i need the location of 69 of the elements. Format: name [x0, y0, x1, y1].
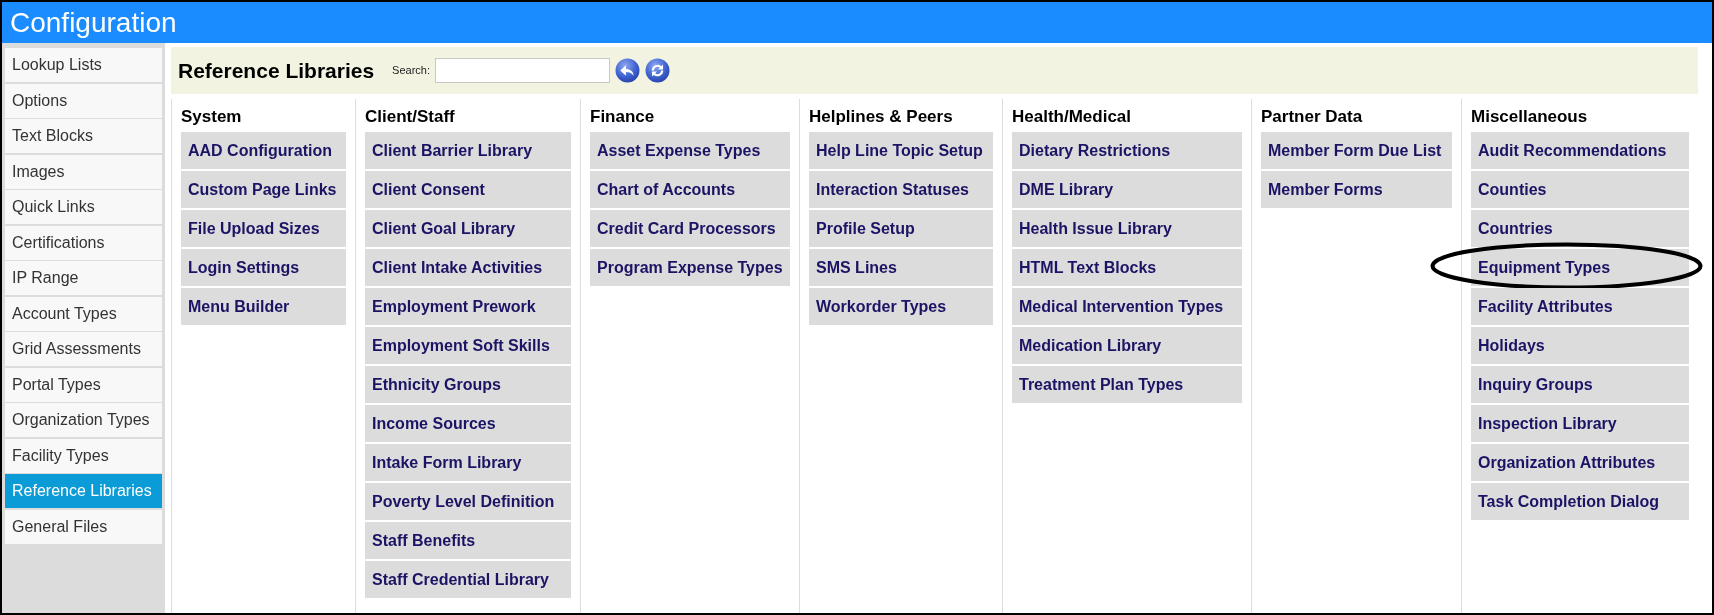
library-button[interactable]: Inspection Library — [1471, 405, 1689, 442]
library-button[interactable]: Medical Intervention Types — [1012, 288, 1242, 325]
library-button[interactable]: Treatment Plan Types — [1012, 366, 1242, 403]
column-heading: System — [181, 106, 243, 128]
library-button[interactable]: Asset Expense Types — [590, 132, 790, 169]
library-button[interactable]: Interaction Statuses — [809, 171, 993, 208]
column-heading: Health/Medical — [1012, 106, 1133, 128]
library-button[interactable]: Client Intake Activities — [365, 249, 571, 286]
sidebar-item[interactable]: Quick Links — [5, 190, 162, 224]
library-button[interactable]: Client Goal Library — [365, 210, 571, 247]
library-button[interactable]: Client Barrier Library — [365, 132, 571, 169]
sidebar-item[interactable]: Images — [5, 154, 162, 189]
library-button[interactable]: AAD Configuration — [181, 132, 346, 169]
library-button[interactable]: DME Library — [1012, 171, 1242, 208]
library-button[interactable]: Staff Benefits — [365, 522, 571, 559]
library-button[interactable]: Intake Form Library — [365, 444, 571, 481]
sidebar-item[interactable]: Lookup Lists — [5, 48, 162, 82]
library-button[interactable]: Workorder Types — [809, 288, 993, 325]
column-heading: Partner Data — [1261, 106, 1364, 128]
refresh-icon[interactable] — [645, 58, 671, 83]
library-button[interactable]: Holidays — [1471, 327, 1689, 364]
library-button[interactable]: Menu Builder — [181, 288, 346, 325]
library-button[interactable]: Help Line Topic Setup — [809, 132, 993, 169]
library-button[interactable]: Program Expense Types — [590, 249, 790, 286]
library-button[interactable]: Ethnicity Groups — [365, 366, 571, 403]
sidebar-item[interactable]: Portal Types — [5, 367, 162, 402]
library-button[interactable]: Audit Recommendations — [1471, 132, 1689, 169]
library-button[interactable]: Organization Attributes — [1471, 444, 1689, 481]
column-heading: Client/Staff — [365, 106, 456, 128]
column-heading: Miscellaneous — [1471, 106, 1589, 128]
sidebar-item[interactable]: Grid Assessments — [5, 332, 162, 366]
library-button[interactable]: Counties — [1471, 171, 1689, 208]
column-heading: Finance — [590, 106, 656, 128]
library-button[interactable]: Health Issue Library — [1012, 210, 1242, 247]
library-button[interactable]: Medication Library — [1012, 327, 1242, 364]
library-button[interactable]: Profile Setup — [809, 210, 993, 247]
library-button[interactable]: Countries — [1471, 210, 1689, 247]
library-button[interactable]: Income Sources — [365, 405, 571, 442]
search-field[interactable] — [435, 58, 611, 83]
library-button[interactable]: Chart of Accounts — [590, 171, 790, 208]
sidebar-item[interactable]: IP Range — [5, 261, 162, 295]
library-button[interactable]: Member Form Due List — [1261, 132, 1452, 169]
sidebar-item[interactable]: Facility Types — [5, 438, 162, 473]
search-label: Search: — [392, 63, 431, 79]
window-title: Configuration — [10, 8, 177, 37]
sidebar-item[interactable]: Options — [5, 83, 162, 118]
column-heading: Helplines & Peers — [809, 106, 954, 128]
library-button[interactable]: Credit Card Processors — [590, 210, 790, 247]
library-button[interactable]: Member Forms — [1261, 171, 1452, 208]
library-button[interactable]: Employment Soft Skills — [365, 327, 571, 364]
library-button[interactable]: Employment Prework — [365, 288, 571, 325]
library-button[interactable]: Task Completion Dialog — [1471, 483, 1689, 520]
page-title: Reference Libraries — [178, 60, 375, 81]
library-button[interactable]: HTML Text Blocks — [1012, 249, 1242, 286]
sidebar-item[interactable]: Text Blocks — [5, 119, 162, 153]
library-button[interactable]: Dietary Restrictions — [1012, 132, 1242, 169]
library-button[interactable]: Poverty Level Definition — [365, 483, 571, 520]
library-button[interactable]: Custom Page Links — [181, 171, 346, 208]
library-button[interactable]: File Upload Sizes — [181, 210, 346, 247]
sidebar-item[interactable]: Organization Types — [5, 403, 162, 437]
library-button[interactable]: Facility Attributes — [1471, 288, 1689, 325]
library-button[interactable]: Client Consent — [365, 171, 571, 208]
library-button[interactable]: SMS Lines — [809, 249, 993, 286]
sidebar-item[interactable]: Certifications — [5, 225, 162, 260]
sidebar-item[interactable]: Account Types — [5, 296, 162, 331]
sidebar-item[interactable]: General Files — [5, 509, 162, 544]
library-button[interactable]: Inquiry Groups — [1471, 366, 1689, 403]
library-button[interactable]: Login Settings — [181, 249, 346, 286]
library-button[interactable]: Staff Credential Library — [365, 561, 571, 598]
